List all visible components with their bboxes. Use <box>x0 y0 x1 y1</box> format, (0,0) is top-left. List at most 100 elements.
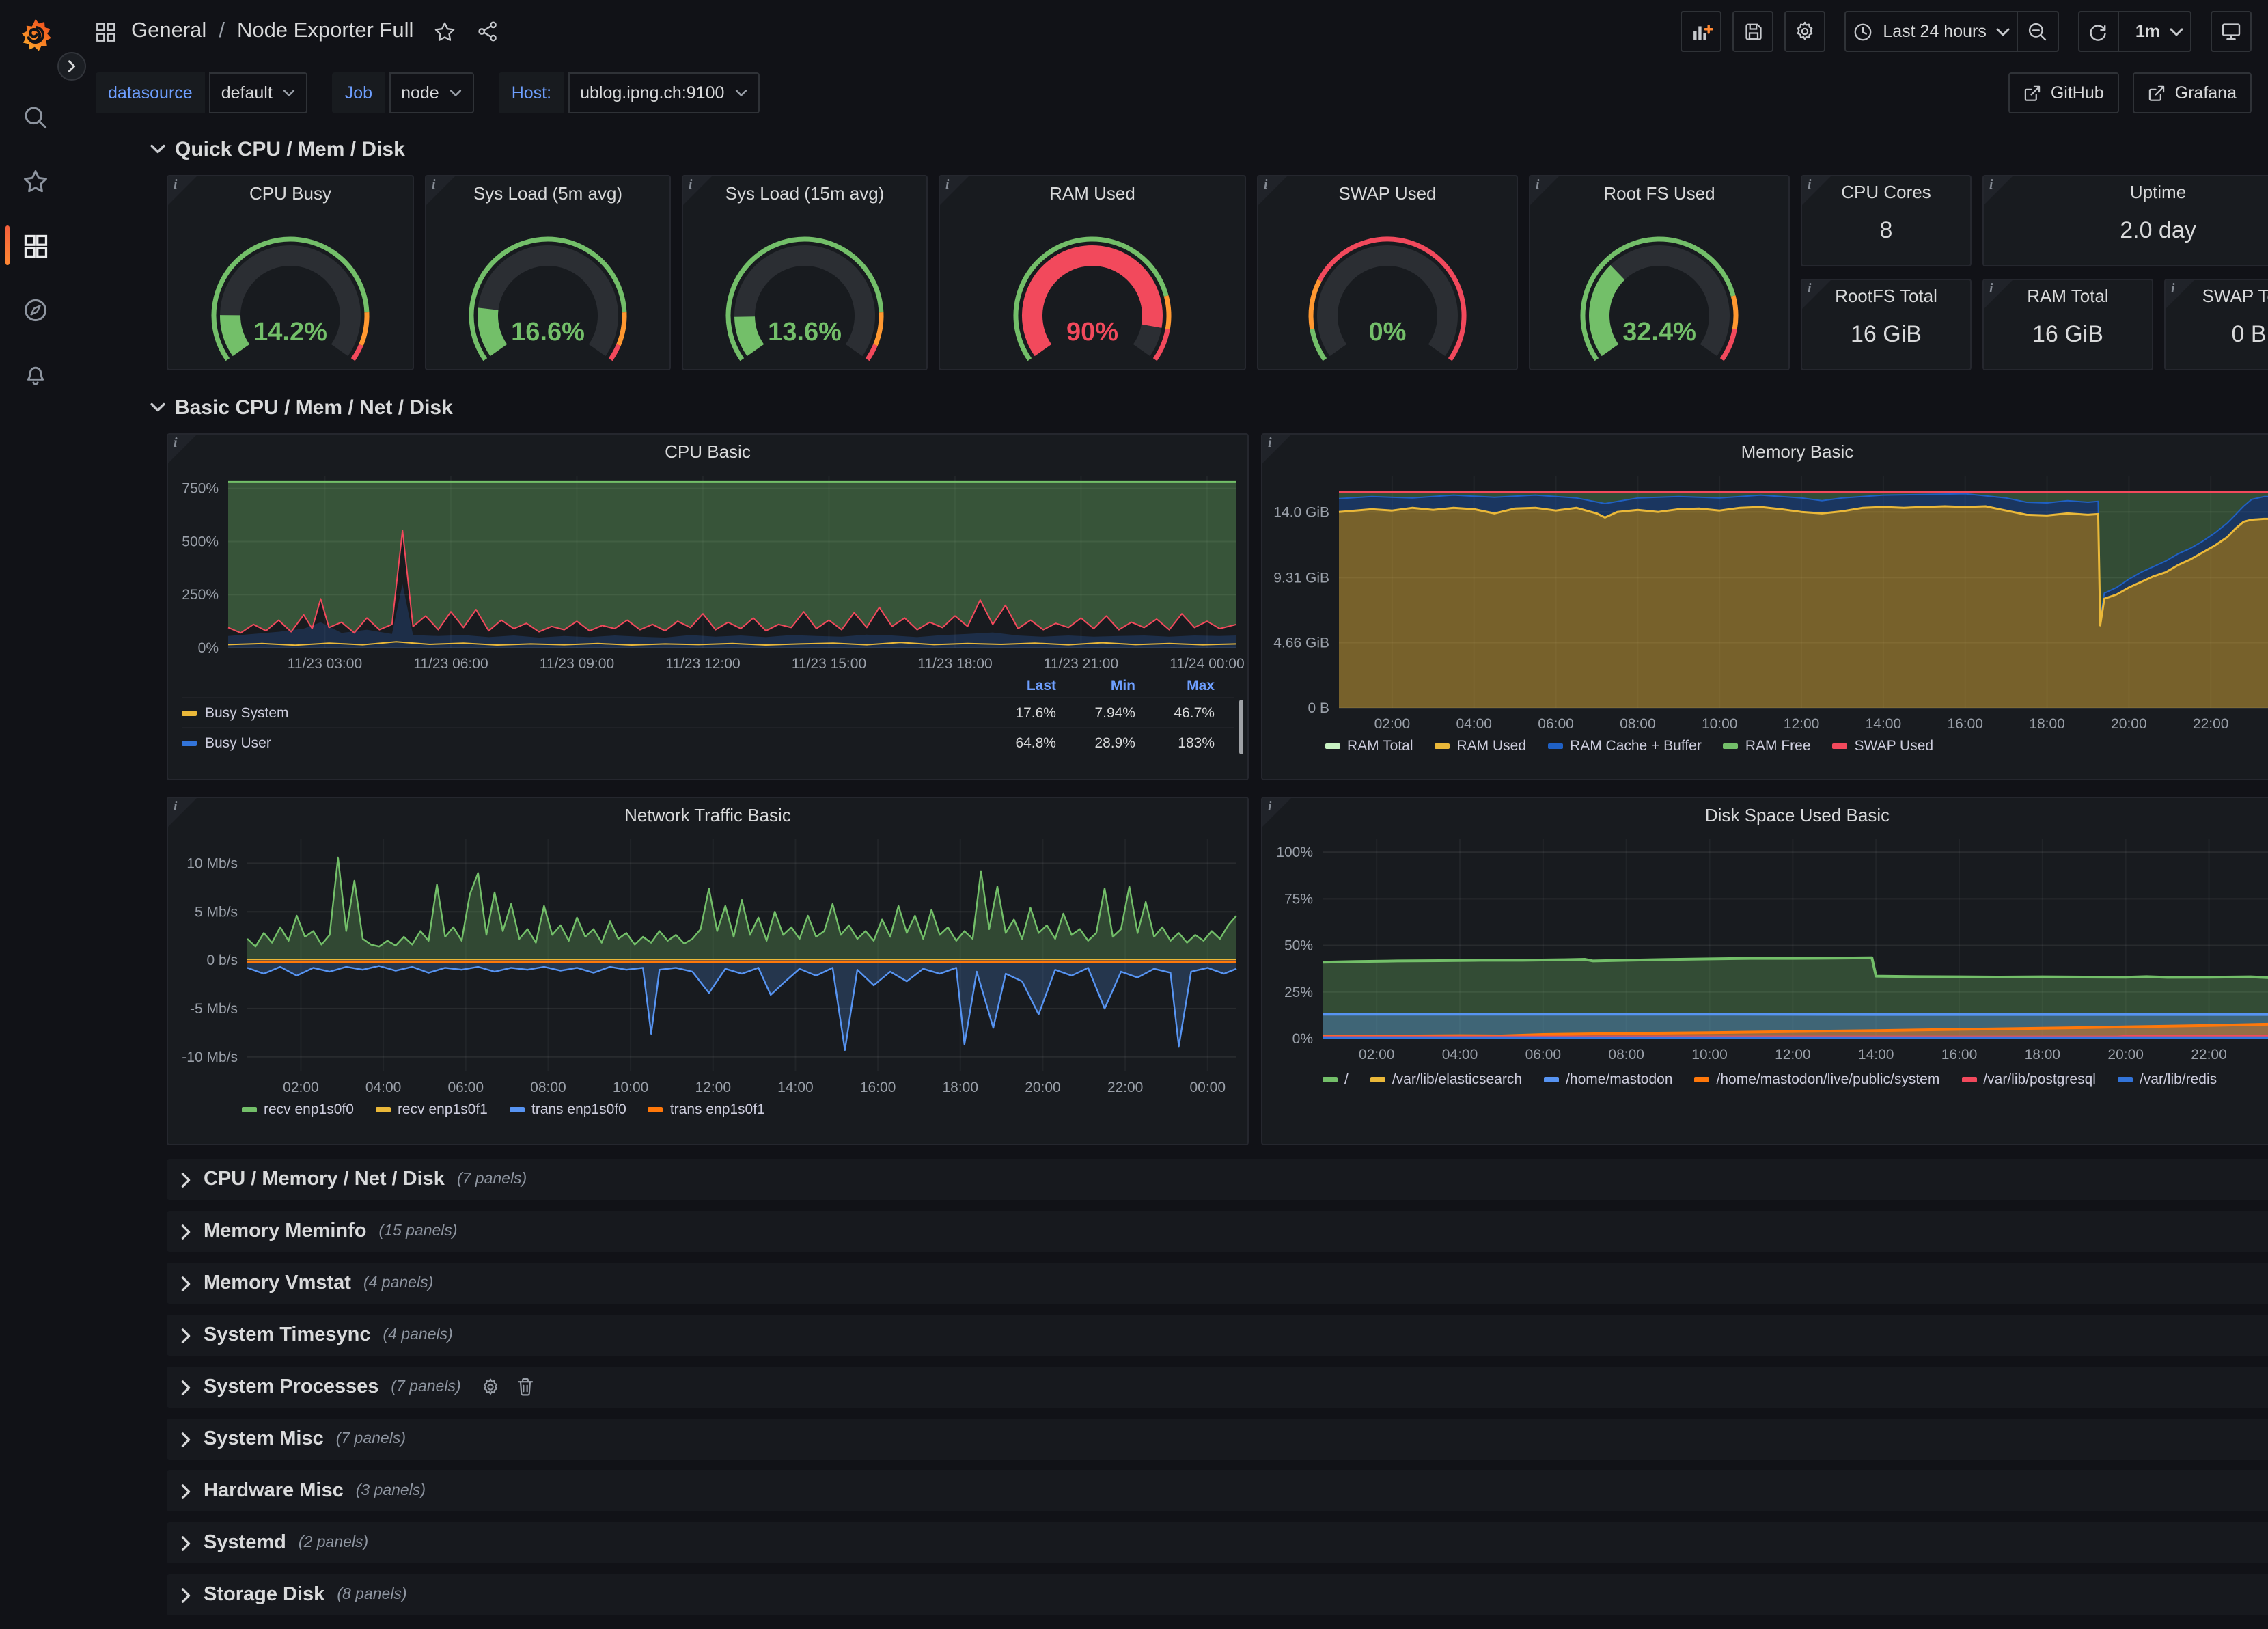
dashboard-row-system-timesync[interactable]: System Timesync(4 panels) <box>167 1315 2268 1356</box>
legend-swatch <box>1961 1077 1976 1082</box>
share-dashboard-icon[interactable] <box>476 20 498 42</box>
svg-text:250%: 250% <box>182 587 219 603</box>
legend-item[interactable]: /home/mastodon <box>1544 1071 1672 1088</box>
legend-item[interactable]: / <box>1323 1071 1349 1088</box>
panel-info-icon[interactable]: i <box>683 176 712 205</box>
chevron-down-icon <box>284 89 296 97</box>
panel-info-icon[interactable]: i <box>1984 280 2013 309</box>
legend-scrollbar[interactable] <box>1239 700 1243 754</box>
sidebar-item-dashboards[interactable] <box>0 213 71 277</box>
legend-item[interactable]: /home/mastodon/live/public/system <box>1695 1071 1940 1088</box>
legend-series-label[interactable]: Busy System <box>182 704 977 721</box>
star-icon <box>22 167 49 195</box>
legend-item[interactable]: SWAP Used <box>1833 738 1934 754</box>
legend-label: Busy System <box>205 704 289 721</box>
panel-title[interactable]: CPU Busy <box>168 176 413 209</box>
dashboard-row-systemd[interactable]: Systemd(2 panels) <box>167 1522 2268 1563</box>
panel-info-icon[interactable]: i <box>2166 280 2194 309</box>
breadcrumb-folder[interactable]: General <box>131 19 206 44</box>
variable-select-datasource[interactable]: default <box>209 72 308 113</box>
panel-info-icon[interactable]: i <box>426 176 455 205</box>
panel-info-icon[interactable]: i <box>168 798 197 827</box>
legend-label: trans enp1s0f1 <box>670 1101 765 1118</box>
sidebar-item-starred[interactable] <box>0 149 71 213</box>
panel-info-icon[interactable]: i <box>1262 435 1291 463</box>
legend-item[interactable]: trans enp1s0f1 <box>648 1101 765 1118</box>
panel-title[interactable]: RAM Used <box>940 176 1245 209</box>
svg-text:18:00: 18:00 <box>942 1080 978 1095</box>
section-row-quick[interactable]: Quick CPU / Mem / Disk <box>150 133 2268 165</box>
dashboard-grid-icon <box>96 21 116 42</box>
legend-column-header[interactable]: Last <box>977 678 1056 694</box>
panel-info-icon[interactable]: i <box>168 176 197 205</box>
panel-title[interactable]: SWAP Used <box>1258 176 1517 209</box>
chevron-right-icon <box>180 1587 191 1602</box>
dashboard-row-hardware-misc[interactable]: Hardware Misc(3 panels) <box>167 1470 2268 1511</box>
legend-label: /var/lib/postgresql <box>1983 1071 2096 1088</box>
add-panel-button[interactable] <box>1681 11 1721 52</box>
legend-label: Busy User <box>205 735 271 751</box>
save-dashboard-button[interactable] <box>1732 11 1773 52</box>
time-range-picker[interactable]: Last 24 hours <box>1844 11 2018 52</box>
panel-title[interactable]: Disk Space Used Basic <box>1262 798 2268 831</box>
panel-title[interactable]: CPU Basic <box>168 435 1247 467</box>
svg-text:500%: 500% <box>182 534 219 549</box>
dashboard-row-storage-disk[interactable]: Storage Disk(8 panels) <box>167 1574 2268 1615</box>
legend-item[interactable]: RAM Total <box>1325 738 1413 754</box>
refresh-button[interactable] <box>2078 11 2119 52</box>
legend-series-label[interactable]: Busy User <box>182 735 977 751</box>
legend-item[interactable]: RAM Used <box>1435 738 1527 754</box>
variable-select-job[interactable]: node <box>389 72 475 113</box>
link-github-button[interactable]: GitHub <box>2008 72 2119 113</box>
legend-item[interactable]: /var/lib/postgresql <box>1961 1071 2096 1088</box>
gauge-panel-swap-used: iSWAP Used0% <box>1257 175 1518 370</box>
legend-item[interactable]: trans enp1s0f0 <box>510 1101 626 1118</box>
panel-info-icon[interactable]: i <box>1262 798 1291 827</box>
svg-text:20:00: 20:00 <box>2107 1047 2144 1063</box>
sidebar-item-alerting[interactable] <box>0 342 71 406</box>
panel-title[interactable]: Uptime <box>1984 176 2268 206</box>
dashboard-settings-button[interactable] <box>1784 11 1825 52</box>
panel-title[interactable]: Root FS Used <box>1530 176 1788 209</box>
dashboard-row-memory-meminfo[interactable]: Memory Meminfo(15 panels) <box>167 1211 2268 1252</box>
row-delete-icon[interactable] <box>517 1378 535 1397</box>
refresh-interval-picker[interactable]: 1m <box>2119 11 2191 52</box>
legend-item[interactable]: /var/lib/elasticsearch <box>1370 1071 1522 1088</box>
dashboard-row-system-misc[interactable]: System Misc(7 panels) <box>167 1419 2268 1460</box>
panel-info-icon[interactable]: i <box>1530 176 1559 205</box>
legend-item[interactable]: recv enp1s0f0 <box>242 1101 354 1118</box>
compass-icon <box>22 296 49 323</box>
legend-item[interactable]: RAM Cache + Buffer <box>1548 738 1702 754</box>
sidebar-expand-button[interactable] <box>57 52 86 81</box>
zoom-out-button[interactable] <box>2018 11 2059 52</box>
legend-item[interactable]: RAM Free <box>1724 738 1811 754</box>
link-grafana-button[interactable]: Grafana <box>2133 72 2252 113</box>
row-settings-icon[interactable] <box>482 1378 501 1397</box>
variable-select-host[interactable]: ublog.ipng.ch:9100 <box>568 72 760 113</box>
section-row-basic[interactable]: Basic CPU / Mem / Net / Disk <box>150 391 2268 424</box>
panel-info-icon[interactable]: i <box>940 176 969 205</box>
breadcrumb-dashboard-title[interactable]: Node Exporter Full <box>237 19 413 44</box>
gauge: 16.6% <box>426 209 669 365</box>
panel-info-icon[interactable]: i <box>1984 176 2013 205</box>
legend-column-header[interactable]: Min <box>1056 678 1135 694</box>
dashboard-row-memory-vmstat[interactable]: Memory Vmstat(4 panels) <box>167 1263 2268 1304</box>
panel-title[interactable]: Sys Load (5m avg) <box>426 176 669 209</box>
panel-title[interactable]: Memory Basic <box>1262 435 2268 467</box>
legend-column-header[interactable]: Max <box>1135 678 1215 694</box>
legend-item[interactable]: recv enp1s0f1 <box>376 1101 488 1118</box>
cycle-view-mode-button[interactable] <box>2211 11 2252 52</box>
dashboard-row-system-processes[interactable]: System Processes(7 panels) <box>167 1367 2268 1408</box>
sidebar-item-explore[interactable] <box>0 277 71 342</box>
panel-info-icon[interactable]: i <box>1802 280 1831 309</box>
star-dashboard-icon[interactable] <box>432 20 456 43</box>
panel-info-icon[interactable]: i <box>1802 176 1831 205</box>
svg-text:10:00: 10:00 <box>1691 1047 1728 1063</box>
panel-info-icon[interactable]: i <box>1258 176 1287 205</box>
legend-item[interactable]: /var/lib/redis <box>2118 1071 2217 1088</box>
panel-title[interactable]: Network Traffic Basic <box>168 798 1247 831</box>
dashboard-row-cpu-memory-net-disk[interactable]: CPU / Memory / Net / Disk(7 panels) <box>167 1159 2268 1200</box>
panel-title[interactable]: Sys Load (15m avg) <box>683 176 926 209</box>
sidebar-item-search[interactable] <box>0 85 71 149</box>
panel-info-icon[interactable]: i <box>168 435 197 463</box>
